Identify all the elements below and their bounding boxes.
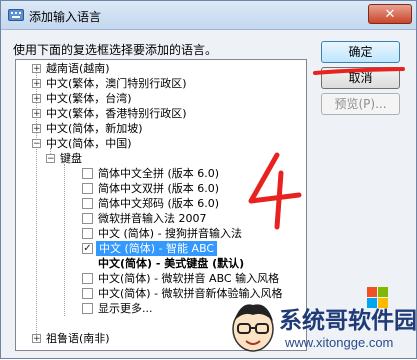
tree-item-label: 键盘	[60, 152, 82, 165]
tree-item-label: 中文(简体，中国)	[46, 137, 132, 150]
ok-button[interactable]: 确定	[321, 41, 400, 63]
tree-item-label: 祖鲁语(南非)	[46, 332, 110, 345]
instruction-text: 使用下面的复选框选择要添加的语言。	[13, 43, 218, 57]
preview-button[interactable]: 预览(P)...	[321, 93, 400, 115]
checkbox[interactable]	[82, 213, 93, 224]
tree-item-label: 中文(繁体，香港特别行政区)	[46, 107, 187, 120]
expand-icon[interactable]: +	[32, 94, 41, 104]
expand-icon[interactable]: +	[32, 109, 41, 119]
expand-icon[interactable]: +	[32, 79, 41, 89]
checkbox[interactable]	[82, 168, 93, 179]
tree-item-label: 显示更多...	[98, 302, 153, 315]
tree-item-label: 中文(繁体，台湾)	[46, 92, 132, 105]
collapse-icon[interactable]: −	[32, 139, 41, 149]
checkbox[interactable]	[82, 288, 93, 299]
keyboard-app-icon	[8, 9, 24, 21]
checkbox[interactable]	[82, 303, 93, 314]
tree-item-label: 越南语(越南)	[46, 62, 110, 75]
add-input-language-dialog: 添加输入语言 ✕ 使用下面的复选框选择要添加的语言。 + 越南语(越南) + 中…	[0, 0, 417, 359]
checkbox[interactable]	[82, 198, 93, 209]
tree-item-label: 中文(简体) - 美式键盘 (默认)	[98, 257, 245, 270]
mascot-avatar-icon	[232, 304, 274, 352]
title-bar: 添加输入语言 ✕	[1, 1, 416, 30]
watermark-url: www.xitongge.com	[285, 335, 394, 350]
checkbox[interactable]	[82, 273, 93, 284]
tree-item-label: 简体中文郑码 (版本 6.0)	[98, 197, 220, 210]
tree-item-label: 中文 (简体) - 搜狗拼音输入法	[98, 227, 243, 240]
tree-item-label: 中文(简体) - 微软拼音 ABC 输入风格	[98, 272, 280, 285]
checkbox[interactable]	[82, 183, 93, 194]
close-button[interactable]: ✕	[368, 4, 412, 24]
tree-item-label: 中文(简体，新加坡)	[46, 122, 143, 135]
tree-item-label: 微软拼音输入法 2007	[98, 212, 207, 225]
expand-icon[interactable]: +	[32, 334, 41, 344]
tree-item-label: 简体中文全拼 (版本 6.0)	[98, 167, 220, 180]
tree-item-label: 中文(繁体，澳门特别行政区)	[46, 77, 187, 90]
expand-icon[interactable]: +	[32, 124, 41, 134]
watermark-title: 系统哥软件园	[279, 308, 417, 334]
checkbox[interactable]	[82, 228, 93, 239]
window-title: 添加输入语言	[29, 10, 102, 24]
tree-item-label: 中文 (简体) - 智能 ABC	[96, 241, 218, 256]
checkbox-checked[interactable]: ✓	[82, 243, 93, 254]
red-underline-annotation	[313, 67, 405, 75]
tree-connector	[64, 164, 65, 316]
red-number-annotation	[248, 152, 302, 230]
collapse-icon[interactable]: −	[46, 154, 55, 164]
tree-item-label: 简体中文双拼 (版本 6.0)	[98, 182, 220, 195]
expand-icon[interactable]: +	[32, 64, 41, 74]
site-watermark: 系统哥软件园 www.xitongge.com	[221, 293, 417, 360]
